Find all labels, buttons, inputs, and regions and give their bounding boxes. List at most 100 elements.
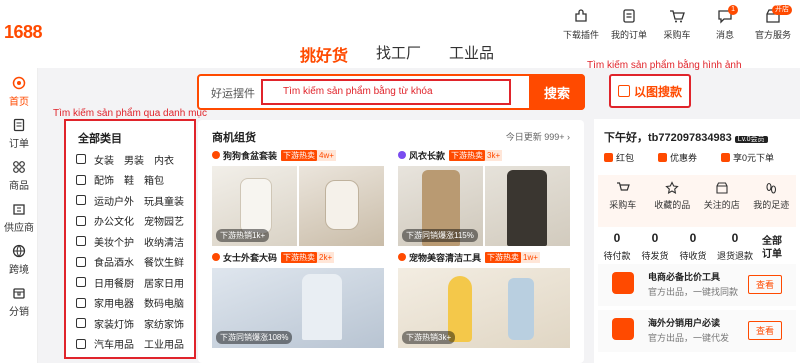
category-link[interactable]: 女装 — [94, 152, 114, 167]
category-link[interactable]: 食品酒水 — [94, 254, 134, 269]
order-count: 0 — [731, 231, 739, 245]
nav-suppliers[interactable]: 供应商 — [0, 202, 38, 234]
nav-suppliers-label: 供应商 — [4, 223, 34, 234]
quick-followed-stores[interactable]: 关注的店 — [697, 175, 747, 227]
fire-icon — [212, 151, 220, 159]
products-update-link[interactable]: 今日更新 999+ › — [506, 130, 570, 143]
product-card[interactable]: 狗狗食盆套装 下游热卖 4w+ 下游热销1k+ — [212, 148, 384, 246]
red-packet-icon — [604, 153, 613, 162]
search-placeholder[interactable]: 好运摆件 — [211, 85, 255, 101]
order-icon — [13, 118, 25, 132]
nav-orders[interactable]: 订单 — [0, 118, 38, 150]
category-link[interactable]: 数码电脑 — [144, 295, 184, 310]
category-link[interactable]: 餐饮生鲜 — [144, 254, 184, 269]
camera-icon — [617, 85, 630, 97]
product-card[interactable]: 宠物美容清洁工具 下游热卖 1w+ 下游热销3k+ — [398, 250, 570, 348]
category-link[interactable]: 运动户外 — [94, 193, 134, 208]
product-card[interactable]: 女士外套大码 下游热卖 2k+ 下游同销爆涨108% — [212, 250, 384, 348]
category-link[interactable]: 家装灯饰 — [94, 316, 134, 331]
card-header: 宠物美容清洁工具 下游热卖 1w+ — [398, 250, 570, 264]
messages-button[interactable]: 1 消息 — [704, 5, 746, 41]
category-link[interactable]: 箱包 — [144, 172, 164, 187]
cart-button[interactable]: 采购车 — [656, 8, 698, 41]
quick-favorites-label: 收藏的品 — [654, 200, 691, 210]
category-link[interactable]: 居家日用 — [144, 275, 184, 290]
order-pending-receipt[interactable]: 0 待收货 — [674, 231, 712, 262]
zero-order-icon — [721, 153, 731, 162]
sport-icon — [76, 195, 86, 206]
hot-badge: 下游热卖 — [281, 149, 318, 161]
plugin-icon — [575, 9, 587, 22]
category-link[interactable]: 玩具童装 — [144, 193, 184, 208]
nav-cross-border[interactable]: 跨境 — [0, 244, 38, 276]
kitchen-icon — [76, 277, 86, 288]
nav-home[interactable]: 首页 — [0, 76, 38, 108]
product-card[interactable]: 风衣长款 下游热卖 3k+ 下游同销爆涨115% — [398, 148, 570, 246]
category-link[interactable]: 宠物园艺 — [144, 213, 184, 228]
sales-tag: 下游同销爆涨115% — [402, 229, 478, 242]
fire-icon — [398, 253, 406, 261]
search-input[interactable]: Tìm kiếm sản phẩm bằng từ khóa — [261, 79, 511, 105]
my-orders-label: 我的订单 — [610, 30, 647, 40]
category-row: 美妆个护 收纳清洁 — [76, 231, 184, 252]
card-images: 下游同销爆涨108% — [212, 268, 384, 348]
box-icon — [13, 288, 25, 299]
category-title[interactable]: 全部类目 — [78, 130, 122, 146]
home-icon — [12, 76, 26, 90]
product-image[interactable]: 下游热销1k+ — [212, 166, 297, 246]
fire-icon — [212, 253, 220, 261]
greeting-text: 下午好，tb772097834983 — [604, 132, 732, 144]
open-store-badge[interactable]: 开店 — [772, 5, 792, 15]
card-header: 狗狗食盆套装 下游热卖 4w+ — [212, 148, 384, 162]
download-plugin-button[interactable]: 下载插件 — [560, 8, 602, 41]
category-link[interactable]: 办公文化 — [94, 213, 134, 228]
product-image[interactable] — [299, 166, 384, 246]
all-orders-link[interactable]: 全部订单 — [758, 231, 788, 262]
tab-industrial[interactable]: 工业品 — [449, 42, 494, 66]
member-level-badge[interactable]: Lv.0会员 — [734, 136, 768, 143]
product-image[interactable]: 下游同销爆涨108% — [212, 268, 384, 348]
category-link[interactable]: 配饰 — [94, 172, 114, 187]
order-pending-shipment[interactable]: 0 待发货 — [636, 231, 674, 262]
category-link[interactable]: 美妆个护 — [94, 234, 134, 249]
order-refund[interactable]: 0 退货退款 — [712, 231, 758, 262]
service-card: 电商必备比价工具 官方出品，一键找同款 查看 — [598, 264, 796, 306]
product-image[interactable] — [485, 166, 570, 246]
red-packet-link[interactable]: 红包 — [604, 151, 634, 164]
official-service-button[interactable]: 开店 官方服务 — [752, 5, 794, 41]
logo[interactable]: 1688 — [4, 22, 43, 43]
product-image[interactable]: 下游同销爆涨115% — [398, 166, 483, 246]
zero-order-link[interactable]: 享0元下单 — [721, 151, 774, 164]
image-search-button[interactable]: 以图搜款 — [609, 74, 691, 108]
category-list: 女装 男装 内衣 配饰鞋箱包 运动户外 玩具童装 办公文化 宠物园艺 美妆个护 收纳清洁 … — [76, 149, 184, 354]
nav-distribution[interactable]: 分销 — [0, 286, 38, 318]
store-icon — [716, 182, 728, 194]
products-update-text: 今日更新 999+ — [505, 132, 565, 142]
image-search-annotation: Tìm kiếm sản phẩm bằng hình ảnh — [587, 60, 742, 71]
category-link[interactable]: 工业用品 — [144, 336, 184, 351]
quick-footprint[interactable]: 我的足迹 — [747, 175, 797, 227]
nav-products[interactable]: 商品 — [0, 160, 38, 192]
product-image[interactable]: 下游热销3k+ — [398, 268, 570, 348]
view-button[interactable]: 查看 — [747, 321, 782, 340]
tab-find-factory[interactable]: 找工厂 — [376, 42, 421, 66]
category-link[interactable]: 家纺家饰 — [144, 316, 184, 331]
category-link[interactable]: 收纳清洁 — [144, 234, 184, 249]
order-pending-payment[interactable]: 0 待付款 — [598, 231, 636, 262]
category-link[interactable]: 鞋 — [124, 172, 134, 187]
coupon-link[interactable]: 优惠券 — [658, 151, 697, 164]
category-link[interactable]: 汽车用品 — [94, 336, 134, 351]
category-link[interactable]: 男装 — [124, 152, 144, 167]
my-orders-button[interactable]: 我的订单 — [608, 8, 650, 41]
search-button[interactable]: 搜索 — [529, 74, 585, 110]
quick-footprint-label: 我的足迹 — [753, 200, 790, 210]
tab-good-products[interactable]: 挑好货 — [300, 42, 348, 66]
category-link[interactable]: 家用电器 — [94, 295, 134, 310]
category-link[interactable]: 内衣 — [154, 152, 174, 167]
hot-badge: 下游热卖 — [485, 251, 522, 263]
category-row: 家装灯饰 家纺家饰 — [76, 313, 184, 334]
quick-favorites[interactable]: 收藏的品 — [648, 175, 698, 227]
view-button[interactable]: 查看 — [747, 275, 782, 294]
category-link[interactable]: 日用餐厨 — [94, 275, 134, 290]
quick-cart[interactable]: 采购车 — [598, 175, 648, 227]
